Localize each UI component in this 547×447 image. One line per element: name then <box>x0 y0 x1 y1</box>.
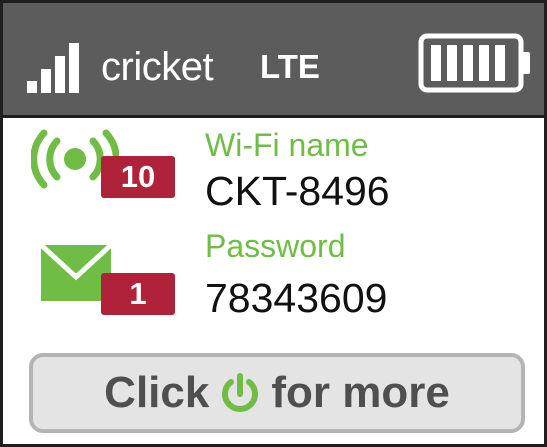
more-button-suffix: for more <box>271 368 450 417</box>
battery-icon <box>418 33 530 93</box>
status-bar: cricket LTE <box>3 3 544 118</box>
hotspot-screen: cricket LTE 10 Wi-Fi name CKT-8496 1 Pas… <box>0 0 547 447</box>
power-icon <box>222 373 259 412</box>
unread-messages-badge: 1 <box>101 273 175 315</box>
password-label: Password <box>205 228 346 264</box>
click-for-more-button[interactable]: Click for more <box>29 353 525 433</box>
wifi-name-label: Wi-Fi name <box>205 127 369 163</box>
wifi-name-value: CKT-8496 <box>205 168 390 214</box>
password-value: 78343609 <box>205 275 388 321</box>
network-type: LTE <box>260 48 320 85</box>
connected-devices-badge: 10 <box>101 156 175 198</box>
carrier-name: cricket <box>101 45 214 89</box>
more-button-prefix: Click <box>104 368 210 417</box>
signal-strength-icon <box>27 43 93 93</box>
